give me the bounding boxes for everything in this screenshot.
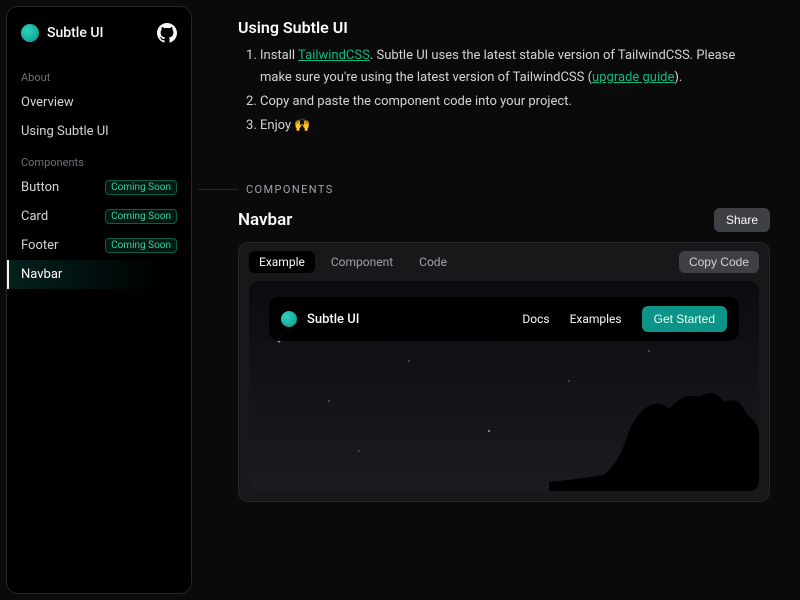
sidebar-item-card[interactable]: Card Coming Soon xyxy=(7,202,191,231)
sidebar-item-label: Using Subtle UI xyxy=(21,124,109,139)
tree-silhouette-icon xyxy=(549,367,759,491)
sidebar-item-using[interactable]: Using Subtle UI xyxy=(7,117,191,146)
doc-step-2: Copy and paste the component code into y… xyxy=(260,91,770,113)
section-label-about: About xyxy=(7,61,191,88)
doc-heading: Using Subtle UI xyxy=(238,18,770,37)
tab-row: Example Component Code Copy Code xyxy=(239,243,769,281)
brand-logo-icon xyxy=(21,24,39,42)
sidebar-item-label: Card xyxy=(21,209,48,224)
tab-code[interactable]: Code xyxy=(409,251,457,273)
preview-card: Example Component Code Copy Code Subtle … xyxy=(238,242,770,502)
tailwind-link[interactable]: TailwindCSS xyxy=(298,48,370,63)
component-header: Navbar Share xyxy=(238,208,770,232)
demo-link-docs[interactable]: Docs xyxy=(522,312,549,326)
sidebar-item-label: Button xyxy=(21,180,59,195)
demo-brand-name: Subtle UI xyxy=(307,312,359,327)
doc-step-3: Enjoy 🙌 xyxy=(260,115,770,137)
brand[interactable]: Subtle UI xyxy=(21,24,103,42)
main-content: Using Subtle UI Install TailwindCSS. Sub… xyxy=(198,0,800,600)
brand-name: Subtle UI xyxy=(47,25,103,41)
sidebar-item-footer[interactable]: Footer Coming Soon xyxy=(7,231,191,260)
demo-brand-logo-icon xyxy=(281,311,297,327)
tab-example[interactable]: Example xyxy=(249,251,315,273)
coming-soon-badge: Coming Soon xyxy=(105,180,177,195)
share-button[interactable]: Share xyxy=(714,208,770,232)
divider-line xyxy=(198,189,238,190)
sidebar-item-button[interactable]: Button Coming Soon xyxy=(7,173,191,202)
sidebar-header: Subtle UI xyxy=(7,23,191,61)
doc-steps: Install TailwindCSS. Subtle UI uses the … xyxy=(238,45,770,137)
demo-nav-links: Docs Examples Get Started xyxy=(522,306,727,332)
doc-step-1: Install TailwindCSS. Subtle UI uses the … xyxy=(260,45,770,89)
copy-code-button[interactable]: Copy Code xyxy=(679,251,759,273)
sidebar: Subtle UI About Overview Using Subtle UI… xyxy=(6,6,192,594)
section-label-components: Components xyxy=(7,146,191,173)
sidebar-item-label: Overview xyxy=(21,95,74,110)
sidebar-item-label: Footer xyxy=(21,238,58,253)
demo-navbar: Subtle UI Docs Examples Get Started xyxy=(269,297,739,341)
tab-component[interactable]: Component xyxy=(321,251,403,273)
sidebar-item-overview[interactable]: Overview xyxy=(7,88,191,117)
github-icon[interactable] xyxy=(157,23,177,43)
sidebar-item-label: Navbar xyxy=(21,267,62,282)
sidebar-item-navbar[interactable]: Navbar xyxy=(7,260,191,289)
divider-label: COMPONENTS xyxy=(238,183,334,196)
section-divider: COMPONENTS xyxy=(198,183,770,196)
demo-link-examples[interactable]: Examples xyxy=(570,312,622,326)
preview-body: Subtle UI Docs Examples Get Started xyxy=(249,281,759,491)
demo-cta-button[interactable]: Get Started xyxy=(642,306,727,332)
coming-soon-badge: Coming Soon xyxy=(105,238,177,253)
coming-soon-badge: Coming Soon xyxy=(105,209,177,224)
component-title: Navbar xyxy=(238,210,292,230)
upgrade-guide-link[interactable]: upgrade guide xyxy=(592,70,674,85)
